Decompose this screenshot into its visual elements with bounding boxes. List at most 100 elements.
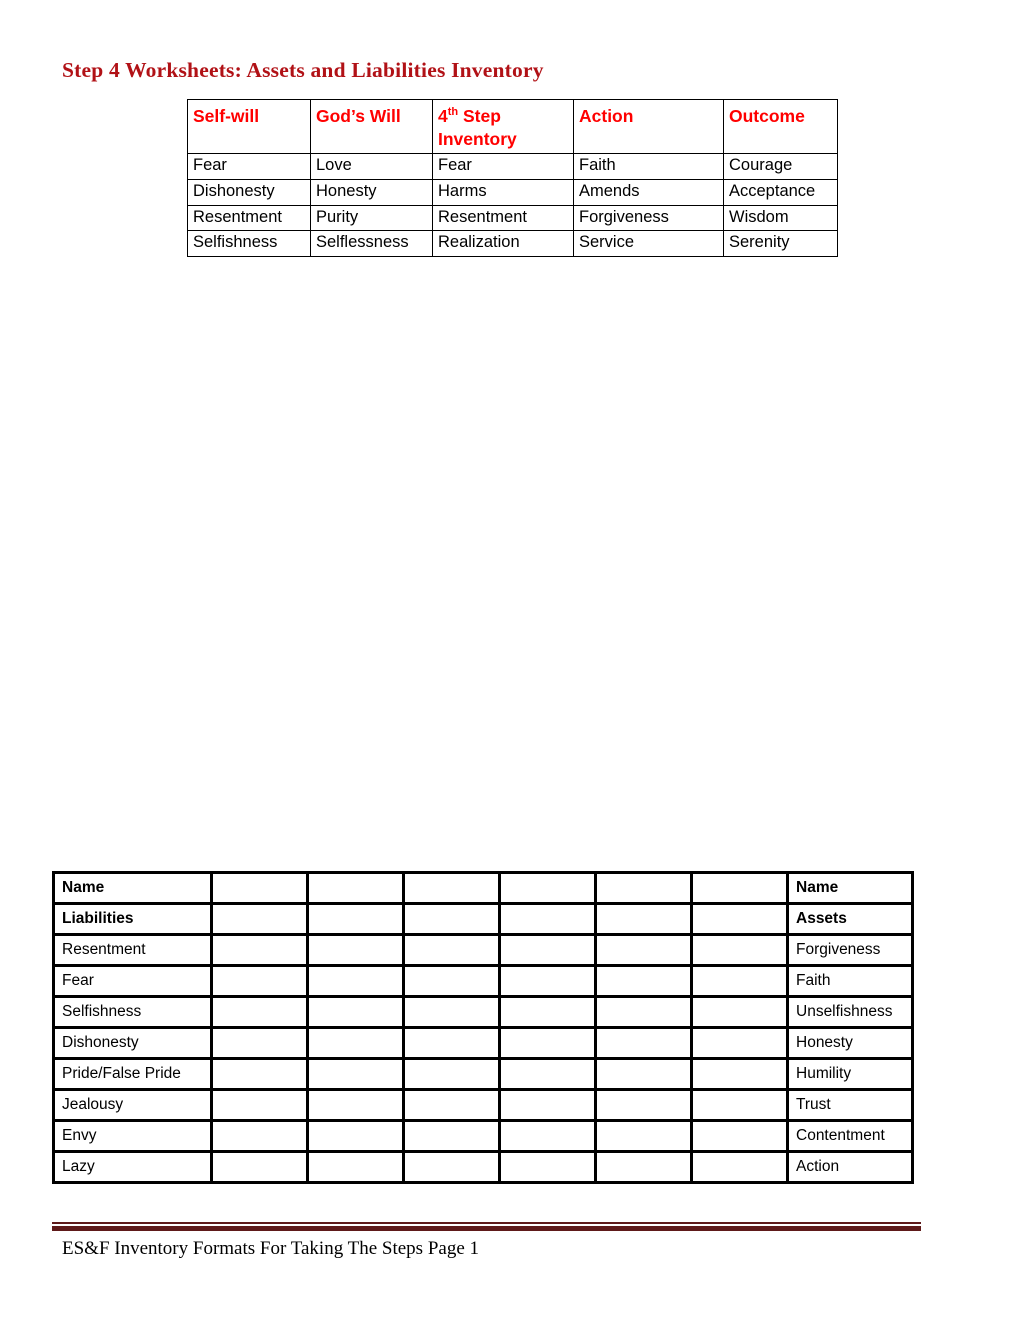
inventory-writein-cell[interactable] [210, 1119, 309, 1153]
matrix-table-row: Resentment Purity Resentment Forgiveness Wis… [187, 204, 838, 232]
inventory-writein-cell[interactable] [210, 964, 309, 998]
inventory-writein-cell[interactable] [306, 995, 405, 1029]
matrix-cell-self-will: Resentment [187, 204, 311, 232]
inventory-table-row: Jealousy Trust [52, 1088, 914, 1122]
matrix-cell-action: Forgiveness [573, 204, 724, 232]
inventory-asset-cell: Humility [786, 1057, 914, 1091]
inventory-table-row: Resentment Forgiveness [52, 933, 914, 967]
page-title: Step 4 Worksheets: Assets and Liabilitie… [62, 58, 544, 82]
inventory-writein-cell[interactable] [498, 1057, 597, 1091]
inventory-writein-cell[interactable] [690, 1026, 789, 1060]
inventory-writein-cell[interactable] [210, 1057, 309, 1091]
inventory-liability-cell: Liabilities [52, 902, 213, 936]
inventory-writein-cell[interactable] [690, 1088, 789, 1122]
inventory-writein-cell[interactable] [210, 1088, 309, 1122]
inventory-asset-cell: Faith [786, 964, 914, 998]
inventory-writein-cell[interactable] [402, 1026, 501, 1060]
matrix-cell-gods-will: Love [310, 153, 433, 180]
inventory-writein-cell[interactable] [402, 995, 501, 1029]
inventory-writein-cell[interactable] [210, 871, 309, 905]
inventory-writein-cell[interactable] [306, 1057, 405, 1091]
matrix-cell-gods-will: Purity [310, 204, 433, 232]
inventory-writein-cell[interactable] [594, 871, 693, 905]
inventory-writein-cell[interactable] [402, 964, 501, 998]
inventory-writein-cell[interactable] [402, 1119, 501, 1153]
inventory-writein-cell[interactable] [690, 1057, 789, 1091]
inventory-writein-cell[interactable] [690, 964, 789, 998]
inventory-writein-cell[interactable] [306, 1150, 405, 1184]
matrix-cell-fourth-step: Harms [432, 178, 574, 206]
inventory-writein-cell[interactable] [402, 1088, 501, 1122]
inventory-writein-cell[interactable] [402, 871, 501, 905]
inventory-writein-cell[interactable] [498, 995, 597, 1029]
matrix-table-row: Selfishness Selflessness Realization Servic… [187, 230, 838, 258]
inventory-writein-cell[interactable] [594, 964, 693, 998]
inventory-liability-cell: Dishonesty [52, 1026, 213, 1060]
inventory-writein-cell[interactable] [498, 1150, 597, 1184]
matrix-cell-action: Faith [573, 153, 724, 180]
inventory-liability-cell: Name [52, 871, 213, 905]
inventory-table-row: Lazy Action [52, 1150, 914, 1184]
matrix-header-action: Action [573, 98, 724, 155]
inventory-writein-cell[interactable] [690, 902, 789, 936]
inventory-writein-cell[interactable] [594, 902, 693, 936]
inventory-writein-cell[interactable] [594, 1026, 693, 1060]
matrix-header-self-will: Self-will [187, 98, 311, 155]
inventory-liability-cell: Resentment [52, 933, 213, 967]
matrix-cell-fourth-step: Resentment [432, 204, 574, 232]
inventory-writein-cell[interactable] [498, 1088, 597, 1122]
inventory-writein-cell[interactable] [210, 1026, 309, 1060]
inventory-writein-cell[interactable] [594, 1057, 693, 1091]
inventory-writein-cell[interactable] [594, 995, 693, 1029]
inventory-writein-cell[interactable] [594, 1150, 693, 1184]
inventory-writein-cell[interactable] [210, 902, 309, 936]
inventory-writein-cell[interactable] [306, 964, 405, 998]
inventory-writein-cell[interactable] [306, 1119, 405, 1153]
inventory-writein-cell[interactable] [402, 933, 501, 967]
inventory-writein-cell[interactable] [594, 933, 693, 967]
assets-liabilities-inventory-table: Name Name Liabilities Assets Resentment Forgi… [52, 871, 914, 1184]
inventory-writein-cell[interactable] [498, 902, 597, 936]
inventory-writein-cell[interactable] [402, 1057, 501, 1091]
inventory-writein-cell[interactable] [402, 902, 501, 936]
inventory-writein-cell[interactable] [498, 871, 597, 905]
inventory-table-body: Name Name Liabilities Assets Resentment Forgi… [52, 871, 914, 1184]
footer-text: ES&F Inventory Formats For Taking The St… [62, 1238, 480, 1259]
inventory-table-row: Fear Faith [52, 964, 914, 998]
footer-divider-rule [52, 1222, 921, 1231]
inventory-asset-cell: Contentment [786, 1119, 914, 1153]
inventory-asset-cell: Trust [786, 1088, 914, 1122]
inventory-writein-cell[interactable] [306, 871, 405, 905]
fourth-step-number: 4 [438, 106, 448, 126]
inventory-writein-cell[interactable] [498, 1119, 597, 1153]
inventory-asset-cell: Forgiveness [786, 933, 914, 967]
inventory-table-row: Pride/False Pride Humility [52, 1057, 914, 1091]
matrix-cell-gods-will: Honesty [310, 178, 433, 206]
inventory-writein-cell[interactable] [210, 933, 309, 967]
inventory-asset-cell: Action [786, 1150, 914, 1184]
inventory-writein-cell[interactable] [306, 902, 405, 936]
inventory-writein-cell[interactable] [498, 964, 597, 998]
inventory-writein-cell[interactable] [594, 1119, 693, 1153]
inventory-writein-cell[interactable] [306, 933, 405, 967]
matrix-table-body: Fear Love Fear Faith Courage Dishonesty Honest… [187, 153, 838, 258]
inventory-writein-cell[interactable] [402, 1150, 501, 1184]
inventory-writein-cell[interactable] [306, 1026, 405, 1060]
inventory-table-row: Name Name [52, 871, 914, 905]
inventory-asset-cell: Honesty [786, 1026, 914, 1060]
matrix-header-outcome: Outcome [723, 98, 838, 155]
matrix-table-row: Fear Love Fear Faith Courage [187, 153, 838, 180]
inventory-writein-cell[interactable] [690, 995, 789, 1029]
inventory-writein-cell[interactable] [498, 933, 597, 967]
inventory-writein-cell[interactable] [498, 1026, 597, 1060]
inventory-writein-cell[interactable] [690, 1119, 789, 1153]
inventory-writein-cell[interactable] [210, 995, 309, 1029]
inventory-writein-cell[interactable] [306, 1088, 405, 1122]
inventory-writein-cell[interactable] [594, 1088, 693, 1122]
inventory-writein-cell[interactable] [690, 871, 789, 905]
inventory-writein-cell[interactable] [690, 1150, 789, 1184]
matrix-cell-self-will: Selfishness [187, 230, 311, 258]
inventory-writein-cell[interactable] [690, 933, 789, 967]
inventory-writein-cell[interactable] [210, 1150, 309, 1184]
inventory-asset-cell: Unselfishness [786, 995, 914, 1029]
